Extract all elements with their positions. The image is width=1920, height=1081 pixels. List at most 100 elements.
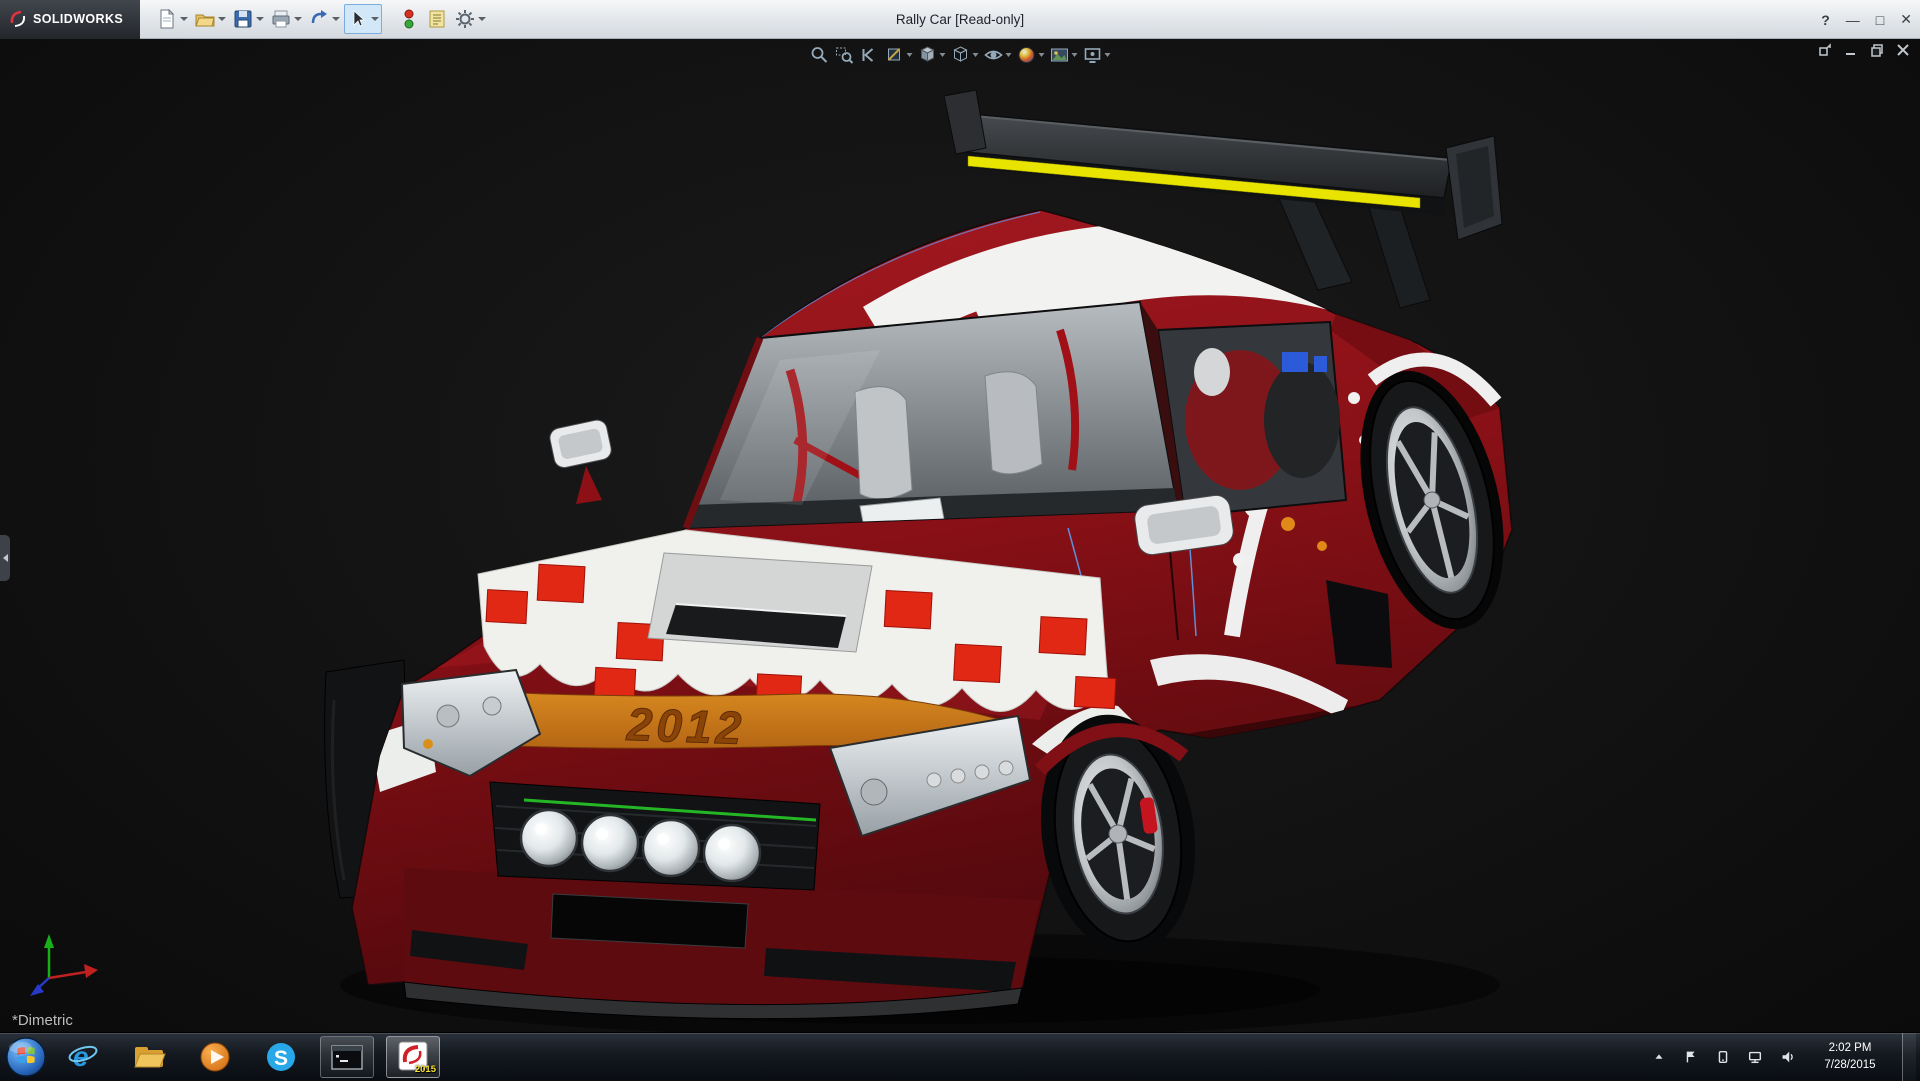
taskbar-media-player[interactable]: [188, 1036, 242, 1078]
chevron-down-icon[interactable]: [294, 17, 302, 21]
view-orientation-label: *Dimetric: [12, 1012, 73, 1029]
chevron-down-icon[interactable]: [1105, 53, 1111, 57]
hood-banner-text: 2012: [625, 698, 746, 754]
clock-time: 2:02 PM: [1808, 1040, 1892, 1057]
system-tray: 2:02 PM 7/28/2015: [1648, 1033, 1920, 1081]
print-button[interactable]: [268, 4, 304, 34]
window-title: Rally Car [Read-only]: [896, 0, 1024, 39]
left-mirror-stalk: [576, 466, 602, 504]
new-document-icon: [156, 8, 178, 30]
chevron-down-icon[interactable]: [218, 17, 226, 21]
panel-flyout-handle[interactable]: [0, 535, 10, 581]
taskbar-internet-explorer[interactable]: e: [56, 1036, 110, 1078]
model-rally-car[interactable]: 2012: [0, 39, 1920, 1032]
view-settings-button[interactable]: [1083, 45, 1111, 65]
file-properties-button[interactable]: [424, 4, 450, 34]
doc-restore-icon[interactable]: [1870, 43, 1884, 57]
hide-show-items-button[interactable]: [984, 45, 1012, 65]
print-icon: [270, 8, 292, 30]
rebuild-button[interactable]: [396, 4, 422, 34]
clock-date: 7/28/2015: [1808, 1057, 1892, 1074]
chevron-down-icon[interactable]: [1072, 53, 1078, 57]
taskbar-command-prompt[interactable]: [320, 1036, 374, 1078]
file-properties-icon: [426, 8, 448, 30]
windows-start-orb-icon: [5, 1036, 47, 1078]
svg-text:S: S: [274, 1047, 288, 1070]
zoom-to-area-button[interactable]: [835, 45, 855, 65]
doc-minimize-icon[interactable]: [1844, 43, 1858, 57]
skype-icon: S: [263, 1039, 299, 1075]
chevron-down-icon[interactable]: [180, 17, 188, 21]
main-toolbar: [154, 4, 488, 34]
previous-view-button[interactable]: [860, 45, 880, 65]
show-hidden-icons-button[interactable]: [1648, 1037, 1670, 1077]
chevron-down-icon[interactable]: [332, 17, 340, 21]
chevron-down-icon[interactable]: [1039, 53, 1045, 57]
view-orientation-button[interactable]: [918, 45, 946, 65]
zoom-to-fit-button[interactable]: [810, 45, 830, 65]
options-button[interactable]: [452, 4, 488, 34]
help-button[interactable]: ?: [1821, 12, 1830, 28]
save-button[interactable]: [230, 4, 266, 34]
undo-button[interactable]: [306, 4, 342, 34]
close-button[interactable]: ✕: [1900, 11, 1912, 28]
folder-icon: [131, 1039, 167, 1075]
taskbar-clock[interactable]: 2:02 PM 7/28/2015: [1808, 1040, 1892, 1073]
chevron-down-icon[interactable]: [973, 53, 979, 57]
flag-icon: [1683, 1049, 1699, 1065]
scene-picture-icon: [1050, 45, 1070, 65]
volume-tray-button[interactable]: [1776, 1037, 1798, 1077]
section-view-button[interactable]: [885, 45, 913, 65]
taskbar: e S: [0, 1032, 1920, 1080]
open-button[interactable]: [192, 4, 228, 34]
maximize-button[interactable]: □: [1876, 12, 1884, 28]
license-plate: [551, 894, 748, 948]
chevron-down-icon[interactable]: [1006, 53, 1012, 57]
chevron-down-icon[interactable]: [371, 17, 379, 21]
minimize-button[interactable]: —: [1846, 12, 1860, 28]
appearance-sphere-icon: [1017, 45, 1037, 65]
taskbar-solidworks[interactable]: 2015: [386, 1036, 440, 1078]
edit-appearance-button[interactable]: [1017, 45, 1045, 65]
windshield: [686, 302, 1178, 538]
chevron-down-icon[interactable]: [256, 17, 264, 21]
apply-scene-button[interactable]: [1050, 45, 1078, 65]
taskbar-skype[interactable]: S: [254, 1036, 308, 1078]
new-button[interactable]: [154, 4, 190, 34]
media-player-icon: [197, 1039, 233, 1075]
select-button[interactable]: [344, 4, 382, 34]
undo-arrow-icon: [308, 8, 330, 30]
graphics-viewport[interactable]: 2012: [0, 39, 1920, 1032]
taskbar-file-explorer[interactable]: [122, 1036, 176, 1078]
speaker-icon: [1779, 1049, 1795, 1065]
display-style-button[interactable]: [951, 45, 979, 65]
show-desktop-button[interactable]: [1902, 1033, 1916, 1081]
network-monitor-icon: [1747, 1049, 1763, 1065]
command-prompt-icon: [329, 1039, 365, 1075]
chevron-down-icon[interactable]: [940, 53, 946, 57]
save-floppy-icon: [232, 8, 254, 30]
heads-up-view-toolbar: [804, 43, 1117, 67]
action-center-button[interactable]: [1680, 1037, 1702, 1077]
left-mirror: [548, 418, 613, 469]
solidworks-year-badge: 2015: [415, 1064, 436, 1075]
eye-icon: [984, 45, 1004, 65]
display-style-icon: [951, 45, 971, 65]
doc-popout-icon[interactable]: [1818, 43, 1832, 57]
zoom-to-fit-icon: [810, 45, 830, 65]
doc-close-icon[interactable]: [1896, 43, 1910, 57]
select-cursor-icon: [347, 8, 369, 30]
start-button[interactable]: [0, 1033, 52, 1081]
network-tray-button[interactable]: [1744, 1037, 1766, 1077]
chevron-down-icon[interactable]: [907, 53, 913, 57]
coordinate-triad: [30, 934, 98, 996]
titlebar: SOLIDWORKS: [0, 0, 1920, 39]
options-gear-icon: [454, 8, 476, 30]
rebuild-stoplight-icon: [398, 8, 420, 30]
internet-explorer-icon: e: [65, 1039, 101, 1075]
chevron-down-icon[interactable]: [478, 17, 486, 21]
device-tray-button[interactable]: [1712, 1037, 1734, 1077]
brand-text: SOLIDWORKS: [33, 12, 123, 26]
zoom-to-area-icon: [835, 45, 855, 65]
view-orientation-cube-icon: [918, 45, 938, 65]
